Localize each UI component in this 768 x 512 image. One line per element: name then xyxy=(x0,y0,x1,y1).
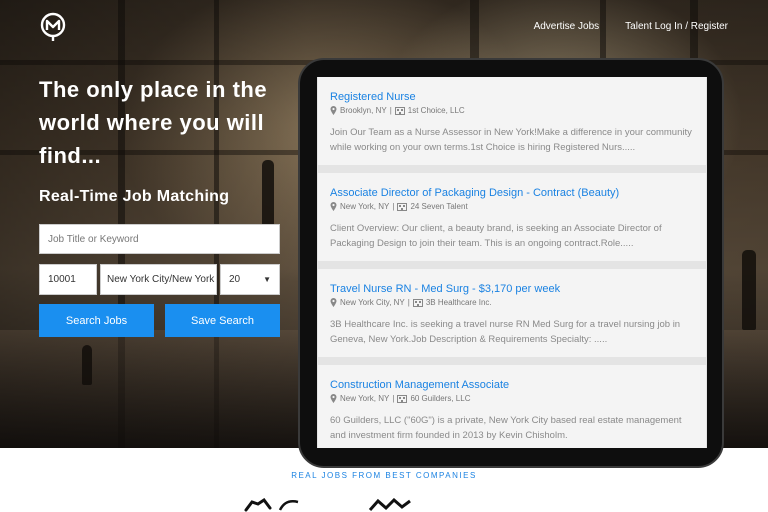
location-pin-icon xyxy=(330,298,337,307)
job-location: New York City, NY xyxy=(340,298,405,307)
location-pin-icon xyxy=(330,394,337,403)
meta-separator: | xyxy=(407,298,410,307)
job-card[interactable]: Travel Nurse RN - Med Surg - $3,170 per … xyxy=(318,269,706,357)
site-logo[interactable] xyxy=(38,12,68,42)
location-pin-icon xyxy=(330,106,337,115)
job-listings: Registered Nurse Brooklyn, NY | 1st Choi… xyxy=(317,77,707,448)
partners-heading: REAL JOBS FROM BEST COMPANIES xyxy=(291,471,477,480)
save-search-button[interactable]: Save Search xyxy=(165,304,280,337)
job-title-link[interactable]: Associate Director of Packaging Design -… xyxy=(330,187,694,199)
job-description: 60 Guilders, LLC ("60G") is a private, N… xyxy=(330,415,682,441)
job-title-link[interactable]: Construction Management Associate xyxy=(330,379,694,391)
job-company: 1st Choice, LLC xyxy=(407,106,465,115)
partner-logo xyxy=(52,506,126,512)
keyword-input[interactable]: Job Title or Keyword xyxy=(39,224,280,254)
job-meta: New York, NY | 60 Guilders, LLC xyxy=(330,394,694,403)
radius-value: 20 xyxy=(229,274,241,285)
job-company: 24 Seven Talent xyxy=(410,202,468,211)
job-company: 60 Guilders, LLC xyxy=(410,394,471,403)
job-description: 3B Healthcare Inc. is seeking a travel n… xyxy=(330,319,681,345)
top-nav: Advertise Jobs Talent Log In / Register xyxy=(534,21,728,32)
hero-headline: The only place in the world where you wi… xyxy=(39,77,268,168)
meta-separator: | xyxy=(392,202,395,211)
job-card[interactable]: Registered Nurse Brooklyn, NY | 1st Choi… xyxy=(318,77,706,165)
city-input[interactable]: New York City/New York xyxy=(100,264,217,295)
job-meta: New York, NY | 24 Seven Talent xyxy=(330,202,694,211)
job-title-link[interactable]: Travel Nurse RN - Med Surg - $3,170 per … xyxy=(330,283,694,295)
meta-separator: | xyxy=(389,106,392,115)
building-icon xyxy=(397,202,408,211)
partner-logo xyxy=(368,497,416,512)
partner-logo-icon xyxy=(244,497,299,512)
job-meta: Brooklyn, NY | 1st Choice, LLC xyxy=(330,106,694,115)
job-description: Client Overview: Our client, a beauty br… xyxy=(330,223,662,249)
hero-subheading: Real-Time Job Matching xyxy=(39,188,230,205)
search-jobs-button[interactable]: Search Jobs xyxy=(39,304,154,337)
building-icon xyxy=(394,106,405,115)
silhouette xyxy=(742,250,756,330)
job-card[interactable]: Associate Director of Packaging Design -… xyxy=(318,173,706,261)
zip-input[interactable]: 10001 xyxy=(39,264,97,295)
job-meta: New York City, NY | 3B Healthcare Inc. xyxy=(330,298,694,307)
partner-logo-icon xyxy=(368,497,411,511)
silhouette xyxy=(82,345,92,385)
meta-separator: | xyxy=(392,394,395,403)
building-icon xyxy=(412,298,423,307)
location-pin-icon xyxy=(330,202,337,211)
advertise-jobs-link[interactable]: Advertise Jobs xyxy=(534,21,600,32)
job-company: 3B Healthcare Inc. xyxy=(425,298,492,307)
job-location: New York, NY xyxy=(340,202,390,211)
m-pin-logo-icon xyxy=(40,12,66,41)
talent-login-link[interactable]: Talent Log In / Register xyxy=(625,21,728,32)
job-location: Brooklyn, NY xyxy=(340,106,387,115)
job-description: Join Our Team as a Nurse Assessor in New… xyxy=(330,127,692,153)
partner-logo xyxy=(244,497,300,512)
job-card[interactable]: Construction Management Associate New Yo… xyxy=(318,365,706,448)
building-icon xyxy=(397,394,408,403)
chevron-down-icon: ▼ xyxy=(263,275,271,284)
radius-select[interactable]: 20 ▼ xyxy=(220,264,280,295)
job-title-link[interactable]: Registered Nurse xyxy=(330,91,694,103)
job-location: New York, NY xyxy=(340,394,390,403)
